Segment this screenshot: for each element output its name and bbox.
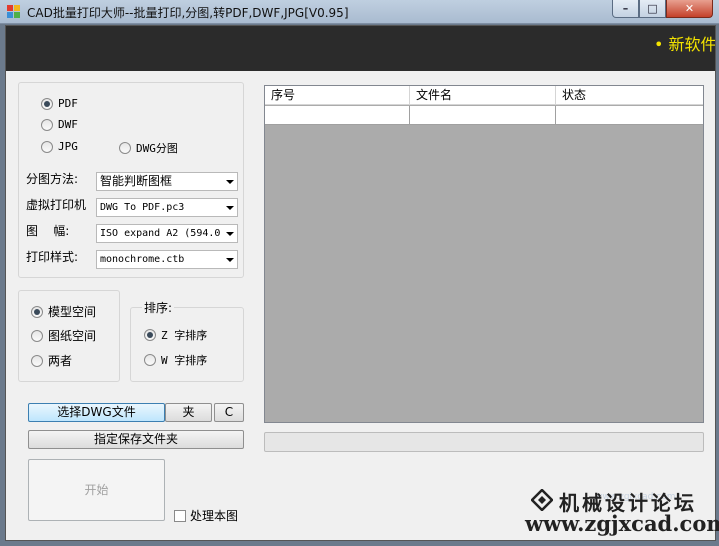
forum-logo-icon — [531, 489, 553, 511]
radio-dot — [41, 140, 53, 153]
watermark-url: www.zgjxcad.com — [525, 511, 719, 536]
app-window: CAD批量打印大师--批量打印,分图,转PDF,DWF,JPG[V0.95] –… — [0, 0, 719, 546]
title-bar[interactable]: CAD批量打印大师--批量打印,分图,转PDF,DWF,JPG[V0.95] –… — [0, 0, 719, 24]
radio-dwg-split-label: DWG分图 — [136, 142, 178, 155]
plot-style-value: monochrome.ctb — [100, 254, 185, 265]
chevron-down-icon — [226, 180, 234, 184]
save-folder-button[interactable]: 指定保存文件夹 — [28, 430, 244, 449]
paper-size-label: 图 幅: — [26, 224, 70, 238]
sort-group-legend: 排序: — [142, 299, 175, 316]
radio-pdf[interactable]: PDF — [41, 97, 78, 110]
split-method-value: 智能判断图框 — [100, 174, 173, 188]
printer-select[interactable]: DWG To PDF.pc3 — [96, 198, 238, 217]
radio-both[interactable]: 两者 — [31, 352, 72, 369]
radio-paper-space-label: 图纸空间 — [48, 329, 97, 343]
paper-size-select[interactable]: ISO expand A2 (594.0 — [96, 224, 238, 243]
plot-style-select[interactable]: monochrome.ctb — [96, 250, 238, 269]
start-button[interactable]: 开始 — [28, 459, 165, 521]
news-ticker[interactable]: • 新软件 — [654, 31, 715, 55]
split-method-select[interactable]: 智能判断图框 — [96, 172, 238, 191]
radio-z-sort[interactable]: Z 字排序 — [144, 327, 207, 343]
news-banner: • 新软件 — [6, 26, 715, 71]
grid-header: 序号 文件名 状态 — [265, 86, 703, 105]
plot-style-label: 打印样式: — [26, 250, 79, 264]
radio-dwf[interactable]: DWF — [41, 118, 78, 131]
radio-dot — [144, 329, 156, 341]
radio-dwg-split[interactable]: DWG分图 — [119, 140, 178, 156]
column-header-status[interactable]: 状态 — [556, 86, 703, 105]
close-button[interactable]: ✕ — [666, 0, 713, 18]
radio-dot — [31, 305, 43, 318]
process-current-drawing-checkbox[interactable]: 处理本图 — [174, 507, 238, 524]
radio-dot — [144, 354, 156, 366]
table-cell[interactable] — [265, 106, 410, 125]
radio-model-space-label: 模型空间 — [48, 305, 97, 319]
app-icon — [7, 5, 21, 19]
progress-bar — [264, 432, 704, 452]
column-header-index[interactable]: 序号 — [265, 86, 410, 105]
radio-w-sort[interactable]: W 字排序 — [144, 352, 207, 368]
radio-dot — [41, 118, 53, 131]
chevron-down-icon — [226, 206, 234, 210]
radio-dot — [41, 97, 53, 110]
maximize-button[interactable]: □ — [639, 0, 666, 18]
chevron-down-icon — [226, 258, 234, 262]
watermark: www.zgjxcad.com 机械设计论坛 www.zgjxcad.com — [525, 462, 719, 540]
radio-jpg-label: JPG — [58, 140, 78, 153]
select-dwg-button[interactable]: 选择DWG文件 — [28, 403, 165, 422]
window-title: CAD批量打印大师--批量打印,分图,转PDF,DWF,JPG[V0.95] — [27, 6, 349, 20]
radio-jpg[interactable]: JPG — [41, 140, 78, 153]
chevron-down-icon — [226, 232, 234, 236]
paper-size-value: ISO expand A2 (594.0 — [100, 228, 221, 239]
printer-label: 虚拟打印机 — [26, 198, 87, 212]
table-cell[interactable] — [410, 106, 556, 125]
radio-dot — [31, 329, 43, 342]
table-cell[interactable] — [556, 106, 703, 125]
radio-model-space[interactable]: 模型空间 — [31, 303, 96, 320]
split-method-label: 分图方法: — [26, 172, 79, 186]
file-list-grid[interactable]: 序号 文件名 状态 — [264, 85, 704, 423]
folder-button[interactable]: 夹 — [165, 403, 212, 422]
table-row[interactable] — [265, 106, 703, 125]
checkbox-box — [174, 509, 186, 522]
radio-both-label: 两者 — [48, 354, 73, 368]
radio-z-sort-label: Z 字排序 — [161, 329, 208, 342]
sort-group — [130, 307, 244, 382]
clear-button[interactable]: C — [214, 403, 244, 422]
radio-pdf-label: PDF — [58, 97, 78, 110]
radio-dot — [119, 142, 131, 154]
printer-value: DWG To PDF.pc3 — [100, 202, 185, 213]
column-header-filename[interactable]: 文件名 — [410, 86, 556, 105]
radio-w-sort-label: W 字排序 — [161, 354, 208, 367]
minimize-button[interactable]: – — [612, 0, 639, 18]
process-current-drawing-label: 处理本图 — [190, 509, 239, 523]
radio-paper-space[interactable]: 图纸空间 — [31, 327, 96, 344]
radio-dwf-label: DWF — [58, 118, 78, 131]
radio-dot — [31, 354, 43, 367]
